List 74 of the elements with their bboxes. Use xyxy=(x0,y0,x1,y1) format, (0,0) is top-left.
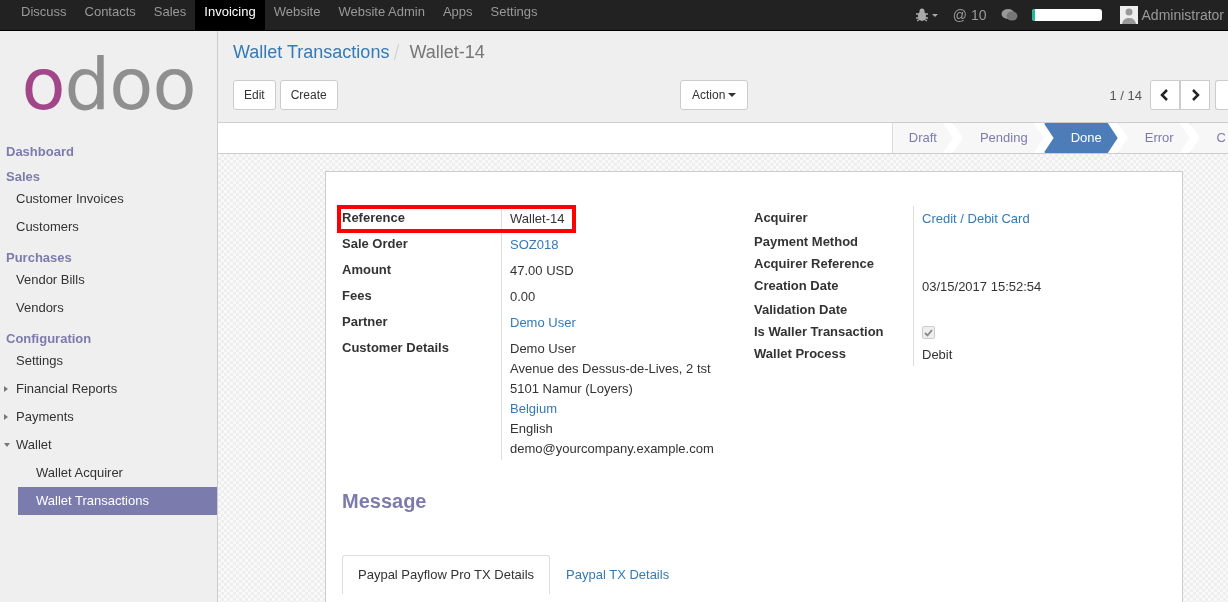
sidebar-item[interactable]: Vendor Bills xyxy=(0,266,217,294)
status-stage[interactable]: Pending xyxy=(952,123,1044,153)
menu-section-title[interactable]: Dashboard xyxy=(0,142,217,160)
toolbar-button[interactable]: Edit xyxy=(233,80,276,110)
sidebar-item[interactable]: Wallet Transactions xyxy=(18,487,217,515)
app-menu-item[interactable]: Apps xyxy=(433,0,482,30)
field-link[interactable]: Belgium xyxy=(510,398,714,420)
app-menu-item[interactable]: Discuss xyxy=(12,0,76,30)
field-value: Avenue des Dessus-de-Lives, 2 tst xyxy=(510,360,712,378)
sidebar-item[interactable]: Customers xyxy=(0,213,217,241)
sidebar-item[interactable]: Wallet xyxy=(0,431,217,459)
previous-button[interactable] xyxy=(1150,80,1180,110)
sidebar-item[interactable]: Vendors xyxy=(0,294,217,322)
menu-section-title[interactable]: Purchases xyxy=(0,248,217,266)
app-menu-item[interactable]: Website Admin xyxy=(329,0,434,30)
sidebar-item[interactable]: Settings xyxy=(0,347,217,375)
sidebar-item[interactable]: Financial Reports xyxy=(0,375,217,403)
field-value: 03/15/2017 15:52:54 xyxy=(922,278,1042,296)
field-label: Customer Details xyxy=(342,339,450,357)
field-value: demo@yourcompany.example.com xyxy=(510,440,714,458)
app-menu-item[interactable]: Invoicing xyxy=(195,0,265,30)
logo: odoo xyxy=(20,40,197,128)
field-value: English xyxy=(510,420,554,438)
field-label: Payment Method xyxy=(754,233,859,251)
menu-section-title[interactable]: Configuration xyxy=(0,329,217,347)
chat-icon[interactable] xyxy=(1000,8,1018,22)
field-link[interactable]: SOZ018 xyxy=(510,234,559,256)
action-dropdown[interactable]: Action xyxy=(680,80,749,110)
field-label: Fees xyxy=(342,287,373,305)
status-stage[interactable]: Draft xyxy=(891,123,953,153)
field-label: Reference xyxy=(342,209,406,227)
sidebar-item[interactable]: Payments xyxy=(0,403,217,431)
chevron-right-icon xyxy=(1190,89,1200,101)
field-label: Is Waller Transaction xyxy=(754,323,885,341)
record-title: Wallet-14 xyxy=(409,41,485,63)
notebook-tab[interactable]: Paypal Payflow Pro TX Details xyxy=(342,555,551,594)
notebook-tab[interactable]: Paypal TX Details xyxy=(550,555,686,594)
field-label: Partner xyxy=(342,313,389,331)
app-menu-item[interactable]: Contacts xyxy=(75,0,145,30)
field-value: Debit xyxy=(922,346,953,364)
toolbar-button[interactable]: Create xyxy=(279,80,338,110)
user-name[interactable]: Administrator xyxy=(1141,7,1228,23)
field-value: 5101 Namur (Loyers) xyxy=(510,380,634,398)
next-button[interactable] xyxy=(1180,80,1210,110)
menu-section-title[interactable]: Sales xyxy=(0,167,217,185)
field-label: Acquirer xyxy=(754,209,809,227)
field-label: Amount xyxy=(342,261,393,279)
pager-counter: 1 / 14 xyxy=(1109,87,1142,103)
sidebar-item[interactable]: Wallet Acquirer xyxy=(18,459,217,487)
field-label: Creation Date xyxy=(754,277,840,295)
field-value: Demo User xyxy=(510,340,577,358)
status-stage[interactable]: Error xyxy=(1117,123,1190,153)
app-menu-item[interactable]: Website xyxy=(264,0,330,30)
field-link[interactable]: Credit / Debit Card xyxy=(922,208,1030,230)
field-value: 0.00 xyxy=(510,288,536,306)
app-menu-item[interactable]: Settings xyxy=(481,0,547,30)
field-link[interactable]: Demo User xyxy=(510,312,576,334)
sidebar-item[interactable]: Customer Invoices xyxy=(0,185,217,213)
field-label: Sale Order xyxy=(342,235,409,253)
field-value: 47.00 USD xyxy=(510,262,574,280)
chevron-left-icon xyxy=(1160,89,1170,101)
field-label: Validation Date xyxy=(754,301,849,319)
status-stage[interactable]: Done xyxy=(1043,123,1118,153)
avatar-icon xyxy=(1119,6,1138,24)
field-label: Wallet Process xyxy=(754,345,847,363)
field-label: Acquirer Reference xyxy=(754,255,875,273)
section-heading: Message xyxy=(342,490,428,513)
bug-icon[interactable] xyxy=(914,8,939,22)
mentions-counter[interactable]: @ 10 xyxy=(952,7,987,23)
breadcrumb-link[interactable]: Wallet Transactions xyxy=(233,41,390,63)
status-stage[interactable]: C xyxy=(1189,123,1228,153)
checkbox[interactable] xyxy=(922,326,935,339)
app-menu-item[interactable]: Sales xyxy=(144,0,196,30)
field-value: Wallet-14 xyxy=(510,210,565,228)
